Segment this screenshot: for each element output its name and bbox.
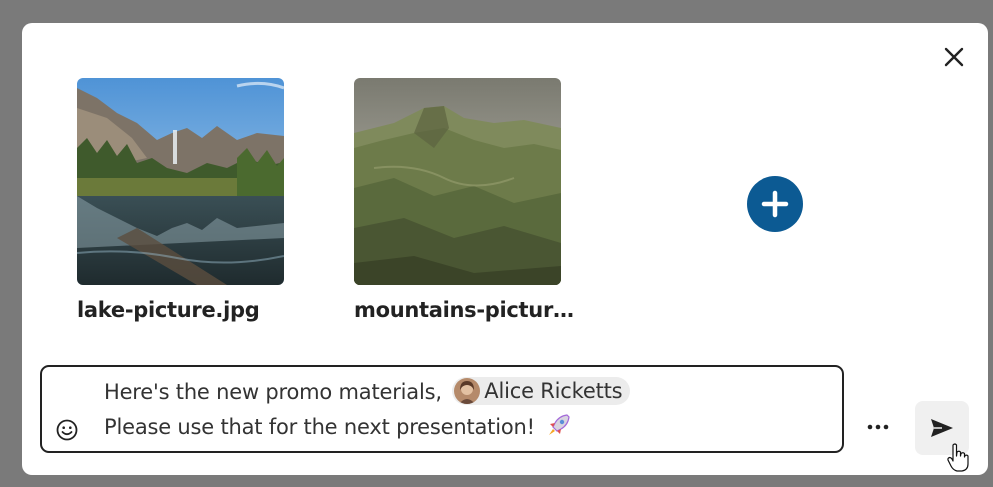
close-button[interactable] <box>940 43 968 71</box>
message-line-2-text: Please use that for the next presentatio… <box>104 415 535 439</box>
plus-circle-icon <box>761 190 789 218</box>
message-composer[interactable]: Here's the new promo materials, Alice Ri… <box>40 365 844 453</box>
mention-name: Alice Ricketts <box>484 379 623 403</box>
more-icon <box>867 424 889 430</box>
close-icon <box>944 47 964 67</box>
add-attachment-button[interactable] <box>747 176 803 232</box>
message-line-1[interactable]: Here's the new promo materials, Alice Ri… <box>104 377 631 407</box>
mountains-picture-image <box>354 78 561 285</box>
smiley-icon <box>56 419 78 441</box>
lake-picture-image <box>77 78 284 285</box>
attachment-thumbnail-mountains[interactable] <box>354 78 561 285</box>
message-line-1-text: Here's the new promo materials, <box>104 380 442 404</box>
emoji-button[interactable] <box>56 419 78 441</box>
attachment-filename-lake: lake-picture.jpg <box>77 298 260 322</box>
message-line-2[interactable]: Please use that for the next presentatio… <box>104 414 571 440</box>
avatar <box>454 378 481 404</box>
mention-chip[interactable]: Alice Ricketts <box>452 377 631 405</box>
more-options-button[interactable] <box>863 412 893 442</box>
send-icon <box>931 419 953 437</box>
attachment-thumbnail-lake[interactable] <box>77 78 284 285</box>
send-button[interactable] <box>915 401 969 455</box>
rocket-icon <box>549 414 570 435</box>
attachment-dialog: lake-picture.jpg mountains-pictur… Here'… <box>22 23 988 475</box>
attachment-filename-mountains: mountains-pictur… <box>354 298 574 322</box>
